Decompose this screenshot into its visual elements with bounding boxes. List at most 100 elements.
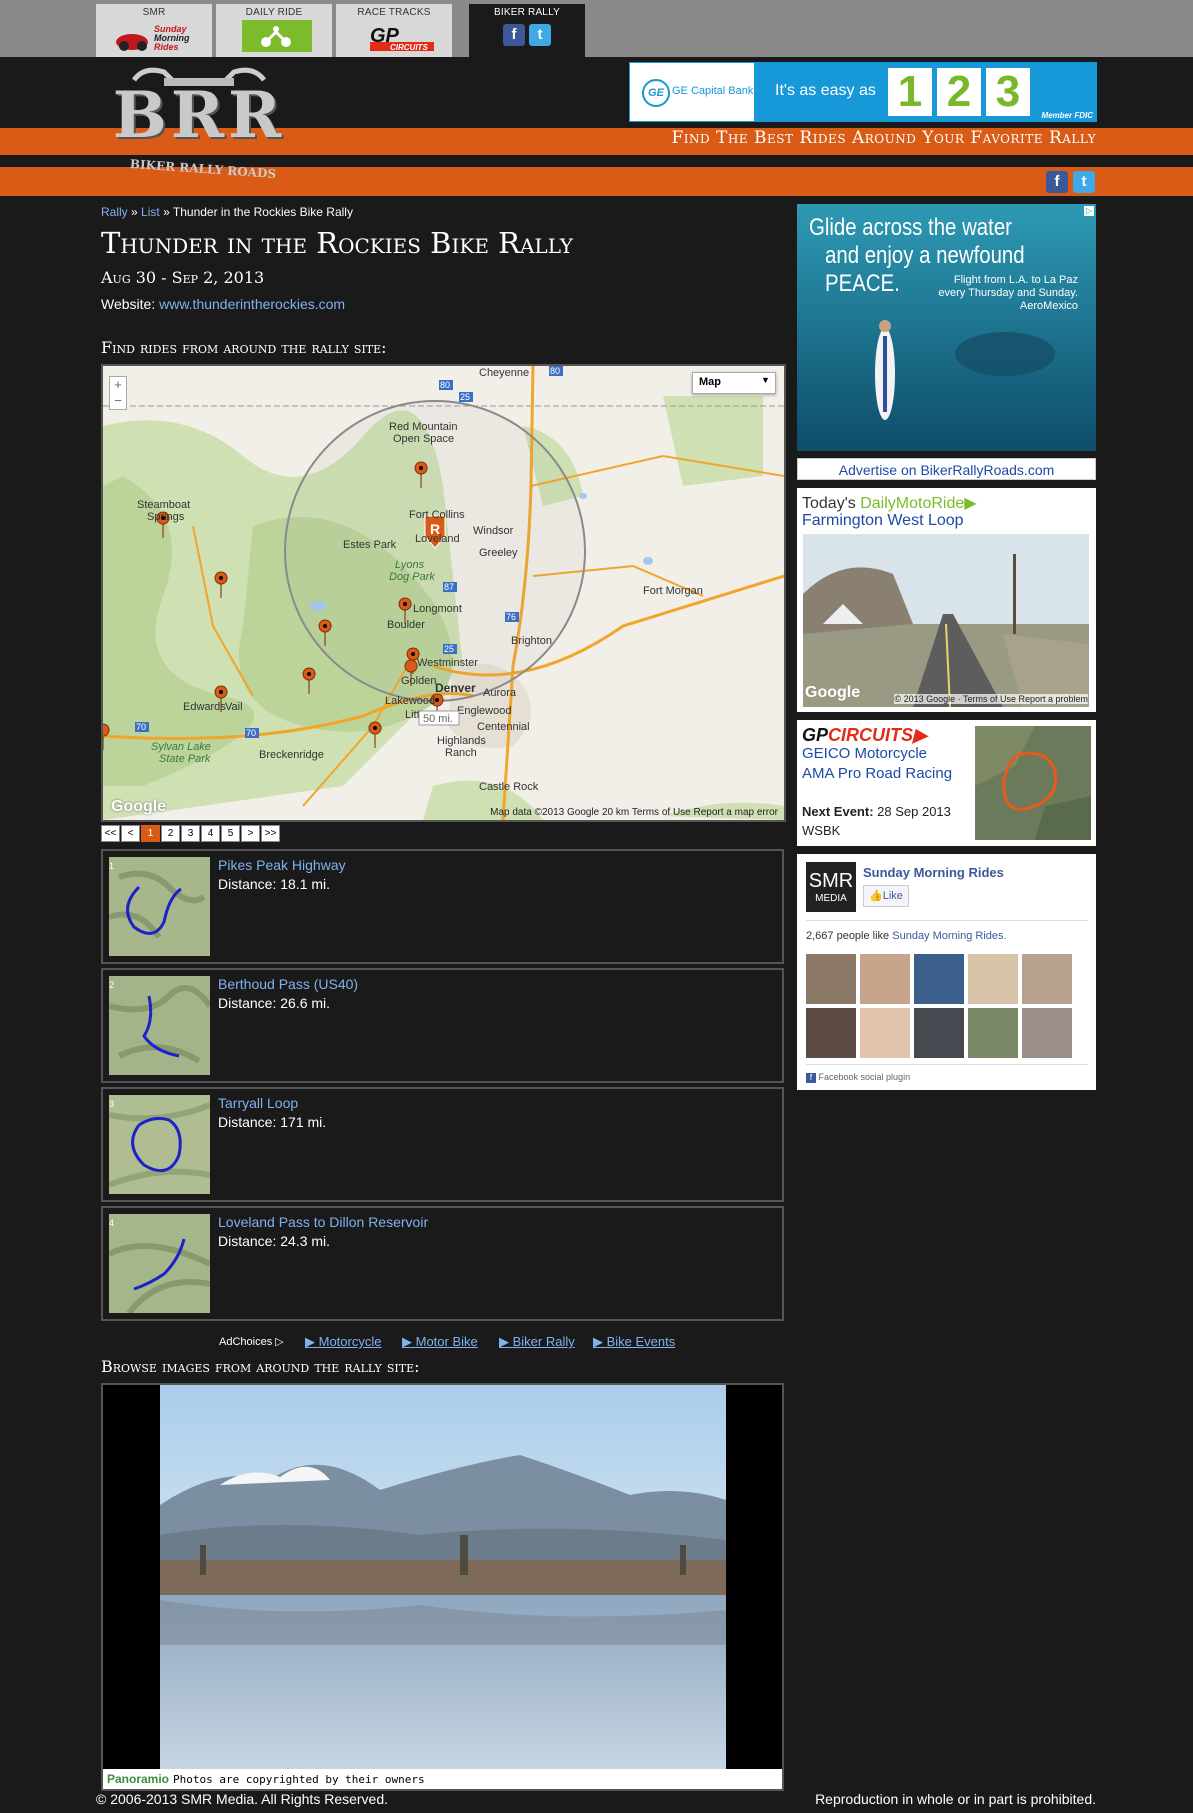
ride-item: 4 Loveland Pass to Dillon Reservoir Dist… bbox=[101, 1206, 784, 1321]
svg-text:Golden: Golden bbox=[401, 675, 436, 687]
ad-link-motor-bike[interactable]: ▶ Motor Bike bbox=[402, 1334, 478, 1350]
tab-biker-rally-label: BIKER RALLY bbox=[494, 7, 560, 18]
pager-page-1[interactable]: 1 bbox=[141, 825, 160, 842]
svg-text:Englewood: Englewood bbox=[457, 705, 511, 717]
rally-website: Website: www.thunderintherockies.com bbox=[101, 296, 345, 312]
pager-page-2[interactable]: 2 bbox=[161, 825, 180, 842]
pager-page-5[interactable]: 5 bbox=[221, 825, 240, 842]
panoramio-logo[interactable]: Panoramio bbox=[107, 1772, 169, 1786]
advertise-label: Advertise on BikerRallyRoads.com bbox=[838, 462, 1055, 478]
website-link[interactable]: www.thunderintherockies.com bbox=[159, 296, 345, 312]
ge-ad-text: It's as easy as bbox=[775, 82, 876, 99]
website-label: Website: bbox=[101, 296, 156, 312]
biker-rally-roads-logo[interactable]: BRR BIKER RALLY ROADS bbox=[104, 62, 294, 190]
svg-text:Breckenridge: Breckenridge bbox=[259, 749, 324, 761]
tab-daily-ride[interactable]: DAILY RIDE bbox=[216, 4, 332, 57]
facebook-icon: f bbox=[806, 1073, 816, 1083]
ad-link-motorcycle[interactable]: ▶ Motorcycle bbox=[305, 1334, 381, 1350]
ride-item: 3 Tarryall Loop Distance: 171 mi. bbox=[101, 1087, 784, 1202]
ride-name-link[interactable]: Tarryall Loop bbox=[218, 1095, 298, 1111]
tab-race-tracks-label: RACE TRACKS bbox=[357, 7, 431, 18]
breadcrumb-rally-link[interactable]: Rally bbox=[101, 205, 128, 219]
map-footer[interactable]: Map data ©2013 Google 20 km Terms of Use… bbox=[490, 807, 778, 818]
svg-text:87: 87 bbox=[444, 582, 454, 592]
gp-next-date: 28 Sep 2013 bbox=[877, 804, 951, 819]
breadcrumb-list-link[interactable]: List bbox=[141, 205, 160, 219]
fan-avatar[interactable] bbox=[860, 954, 910, 1004]
ride-pagination: << <1 2 3 4 5 > >> bbox=[101, 823, 281, 842]
fan-avatar[interactable] bbox=[914, 1008, 964, 1058]
tab-race-tracks[interactable]: RACE TRACKS GP CIRCUITS bbox=[336, 4, 452, 57]
ge-capital-ad[interactable]: GE GE Capital Bank It's as easy as 1 2 3… bbox=[629, 62, 1097, 122]
fan-avatar[interactable] bbox=[914, 954, 964, 1004]
pager-page-3[interactable]: 3 bbox=[181, 825, 200, 842]
fan-avatar[interactable] bbox=[968, 954, 1018, 1004]
svg-text:Edwards: Edwards bbox=[183, 701, 226, 713]
fan-avatar[interactable] bbox=[806, 1008, 856, 1058]
pager-next[interactable]: > bbox=[241, 825, 260, 842]
map-canvas[interactable]: R Cheyenne Red Mountain Open Space Steam… bbox=[103, 366, 784, 820]
gp-circuits-widget[interactable]: GPCIRCUITS▶ GEICO Motorcycle AMA Pro Roa… bbox=[797, 720, 1096, 846]
smr-logo-icon: Sunday Morning Rides bbox=[116, 24, 190, 52]
track-satellite-photo[interactable] bbox=[975, 726, 1091, 840]
fan-avatar[interactable] bbox=[806, 954, 856, 1004]
svg-text:Steamboat: Steamboat bbox=[137, 499, 190, 511]
map-type-select[interactable]: Map ▼ bbox=[692, 372, 776, 394]
daily-ride-title[interactable]: Farmington West Loop bbox=[802, 512, 964, 530]
zoom-in-button[interactable]: + bbox=[110, 377, 126, 393]
panoramio-photo-viewer[interactable]: Panoramio Photos are copyrighted by thei… bbox=[101, 1383, 784, 1791]
adchoices[interactable]: AdChoices ▷ bbox=[219, 1335, 284, 1348]
facebook-like-box: SMR MEDIA Sunday Morning Rides 👍Like 2,6… bbox=[797, 854, 1096, 1090]
adchoices-label: AdChoices bbox=[219, 1336, 273, 1348]
advertise-link[interactable]: Advertise on BikerRallyRoads.com bbox=[797, 458, 1096, 480]
fan-avatar[interactable] bbox=[1022, 954, 1072, 1004]
map-zoom-control[interactable]: + − bbox=[109, 376, 127, 410]
ride-name-link[interactable]: Loveland Pass to Dillon Reservoir bbox=[218, 1214, 428, 1230]
daily-ride-widget[interactable]: Today's DailyMotoRide▶ Farmington West L… bbox=[797, 488, 1096, 712]
fan-avatar[interactable] bbox=[860, 1008, 910, 1058]
pager-first[interactable]: << bbox=[101, 825, 120, 842]
street-view-photo[interactable] bbox=[803, 534, 1089, 707]
ride-name-link[interactable]: Pikes Peak Highway bbox=[218, 857, 346, 873]
ge-num-3: 3 bbox=[986, 68, 1030, 116]
tab-biker-rally[interactable]: BIKER RALLY f t bbox=[469, 4, 585, 57]
tab-smr[interactable]: SMR Sunday Morning Rides bbox=[96, 4, 212, 57]
ride-map-thumbnail[interactable] bbox=[109, 857, 210, 956]
fan-avatar[interactable] bbox=[968, 1008, 1018, 1058]
adchoices-icon: ▷ bbox=[275, 1336, 284, 1348]
ge-num-1: 1 bbox=[888, 68, 932, 116]
tab-twitter-icon: t bbox=[529, 24, 551, 46]
fb-divider bbox=[806, 920, 1088, 921]
gp-event-title[interactable]: GEICO Motorcycle AMA Pro Road Racing bbox=[802, 744, 962, 784]
fan-avatar[interactable] bbox=[1022, 1008, 1072, 1058]
adchoices-icon[interactable]: ▷ bbox=[1084, 206, 1094, 216]
aeromexico-ad[interactable]: Glide across the water and enjoy a newfo… bbox=[797, 204, 1096, 451]
fb-count-link[interactable]: Sunday Morning Rides. bbox=[892, 930, 1006, 942]
ad-link-bike-events[interactable]: ▶ Bike Events bbox=[593, 1334, 675, 1350]
pager-last[interactable]: >> bbox=[261, 825, 280, 842]
ride-map-thumbnail[interactable] bbox=[109, 976, 210, 1075]
smr-media-logo[interactable]: SMR MEDIA bbox=[806, 862, 856, 912]
zoom-out-button[interactable]: − bbox=[110, 393, 126, 409]
ride-map-thumbnail[interactable] bbox=[109, 1095, 210, 1194]
ge-bank-name: GE Capital Bank bbox=[672, 85, 754, 97]
landscape-photo[interactable] bbox=[160, 1385, 726, 1769]
pager-page-4[interactable]: 4 bbox=[201, 825, 220, 842]
fb-like-button[interactable]: 👍Like bbox=[863, 885, 909, 907]
rides-map[interactable]: R Cheyenne Red Mountain Open Space Steam… bbox=[101, 364, 786, 822]
facebook-icon[interactable]: f bbox=[1046, 171, 1068, 193]
ride-name-link[interactable]: Berthoud Pass (US40) bbox=[218, 976, 358, 992]
svg-text:Open Space: Open Space bbox=[393, 433, 454, 445]
fb-like-count: 2,667 people like Sunday Morning Rides. bbox=[806, 930, 1007, 942]
ad-link-biker-rally[interactable]: ▶ Biker Rally bbox=[499, 1334, 575, 1350]
aero-sub-1: Flight from L.A. to La Paz bbox=[953, 274, 1078, 286]
ad-link-label: Bike Events bbox=[606, 1334, 676, 1349]
svg-text:Boulder: Boulder bbox=[387, 619, 425, 631]
ride-map-thumbnail[interactable] bbox=[109, 1214, 210, 1313]
pager-prev[interactable]: < bbox=[121, 825, 140, 842]
ride-number: 2 bbox=[109, 980, 115, 990]
twitter-icon[interactable]: t bbox=[1073, 171, 1095, 193]
ride-distance: Distance: 18.1 mi. bbox=[218, 876, 331, 892]
daily-ride-prefix: Today's bbox=[802, 495, 856, 512]
fb-page-name[interactable]: Sunday Morning Rides bbox=[863, 865, 1004, 880]
